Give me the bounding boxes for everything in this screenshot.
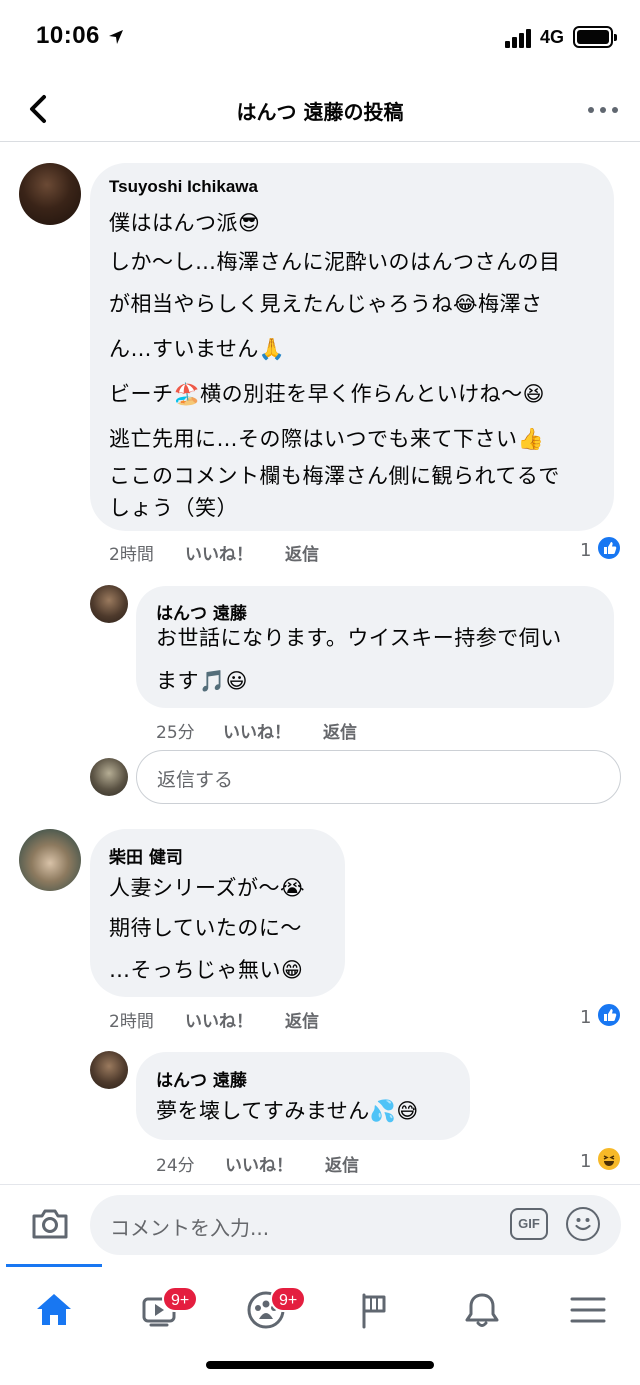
post-header: はんつ 遠藤の投稿: [0, 76, 640, 142]
cellular-signal-icon: [505, 28, 535, 48]
camera-icon[interactable]: [30, 1207, 70, 1241]
reaction-count[interactable]: 1: [580, 1007, 591, 1028]
network-type: 4G: [540, 27, 565, 47]
comment-author[interactable]: 柴田 健司: [109, 843, 183, 868]
comment-timestamp[interactable]: 2時間: [109, 540, 154, 565]
notification-badge: 9+: [162, 1286, 199, 1312]
reply-text-line: 夢を壊してすみません💦😅: [156, 1099, 419, 1123]
avatar[interactable]: [90, 1051, 128, 1089]
reply-action[interactable]: 返信: [325, 1151, 359, 1176]
page-title: はんつ 遠藤の投稿: [236, 100, 404, 124]
comment-text-line: ビーチ🏖️横の別荘を早く作らんといけね〜😆: [109, 382, 546, 406]
reply-timestamp[interactable]: 24分: [156, 1151, 195, 1176]
menu-icon: [570, 1297, 606, 1323]
comment-text-line: …そっちじゃ無い😁: [109, 958, 304, 982]
emoji-icon[interactable]: [566, 1207, 600, 1241]
home-indicator[interactable]: [206, 1361, 434, 1369]
comment-input[interactable]: コメントを入力... GIF: [90, 1195, 621, 1255]
comment-text-line: ここのコメント欄も梅澤さん側に観られてるで: [109, 464, 560, 488]
reaction-count[interactable]: 1: [580, 540, 591, 561]
comment-author[interactable]: Tsuyoshi Ichikawa: [109, 177, 258, 197]
comment-timestamp[interactable]: 2時間: [109, 1007, 154, 1032]
reply-input[interactable]: 返信する: [136, 750, 621, 804]
comment-text-line: が相当やらしく見えたんじゃろうね😂梅澤さ: [109, 292, 543, 316]
reply-timestamp[interactable]: 25分: [156, 718, 195, 743]
status-bar: 10:06 4G: [0, 0, 640, 76]
battery-icon: [573, 26, 617, 48]
more-options-icon[interactable]: [586, 104, 620, 116]
comment-text-line: 逃亡先用に…その際はいつでも来て下さい👍: [109, 427, 545, 451]
like-action[interactable]: いいね！: [185, 1007, 253, 1032]
reply-author[interactable]: はんつ 遠藤: [156, 1066, 247, 1091]
comment-text-line: しか〜し…梅澤さんに泥酔いのはんつさんの目: [109, 250, 561, 274]
notification-badge: 9+: [270, 1286, 307, 1312]
like-action[interactable]: いいね！: [225, 1151, 293, 1176]
reply-action[interactable]: 返信: [285, 1007, 319, 1032]
comment-text-line: ん…すいません🙏: [109, 337, 286, 361]
active-tab-indicator: [6, 1264, 102, 1267]
avatar[interactable]: [19, 163, 81, 225]
comment-text-line: しょう（笑）: [109, 496, 238, 520]
gif-button[interactable]: GIF: [510, 1208, 548, 1240]
reply-text-line: お世話になります。ウイスキー持参で伺い: [156, 626, 562, 650]
status-time: 10:06: [36, 22, 100, 49]
location-arrow-icon: [109, 30, 123, 44]
like-reaction-icon[interactable]: [596, 535, 622, 561]
tab-menu[interactable]: [558, 1282, 618, 1334]
reply-action[interactable]: 返信: [323, 718, 357, 743]
avatar[interactable]: [19, 829, 81, 891]
like-action[interactable]: いいね！: [223, 718, 291, 743]
tab-home[interactable]: [24, 1282, 84, 1334]
comment-composer: コメントを入力... GIF: [0, 1184, 640, 1264]
haha-reaction-icon[interactable]: [596, 1146, 622, 1172]
tab-groups[interactable]: 9+: [236, 1282, 307, 1334]
my-avatar: [90, 758, 128, 796]
comment-text-line: 期待していたのに〜: [109, 916, 302, 940]
reaction-count[interactable]: 1: [580, 1151, 591, 1172]
reply-text-line: ます🎵😃: [156, 669, 249, 693]
reply-action[interactable]: 返信: [285, 540, 319, 565]
like-reaction-icon[interactable]: [596, 1002, 622, 1028]
tab-watch[interactable]: 9+: [130, 1282, 199, 1334]
reply-placeholder: 返信する: [157, 769, 234, 791]
bell-icon: [465, 1293, 499, 1327]
like-action[interactable]: いいね！: [185, 540, 253, 565]
flag-icon: [362, 1293, 386, 1329]
tab-notifications[interactable]: [452, 1282, 512, 1334]
comment-placeholder: コメントを入力...: [110, 1216, 270, 1240]
home-icon: [37, 1294, 71, 1325]
avatar[interactable]: [90, 585, 128, 623]
comment-text-line: 僕ははんつ派😎: [109, 211, 261, 235]
tab-pages[interactable]: [344, 1282, 404, 1334]
comment-text-line: 人妻シリーズが〜😭: [109, 876, 305, 900]
